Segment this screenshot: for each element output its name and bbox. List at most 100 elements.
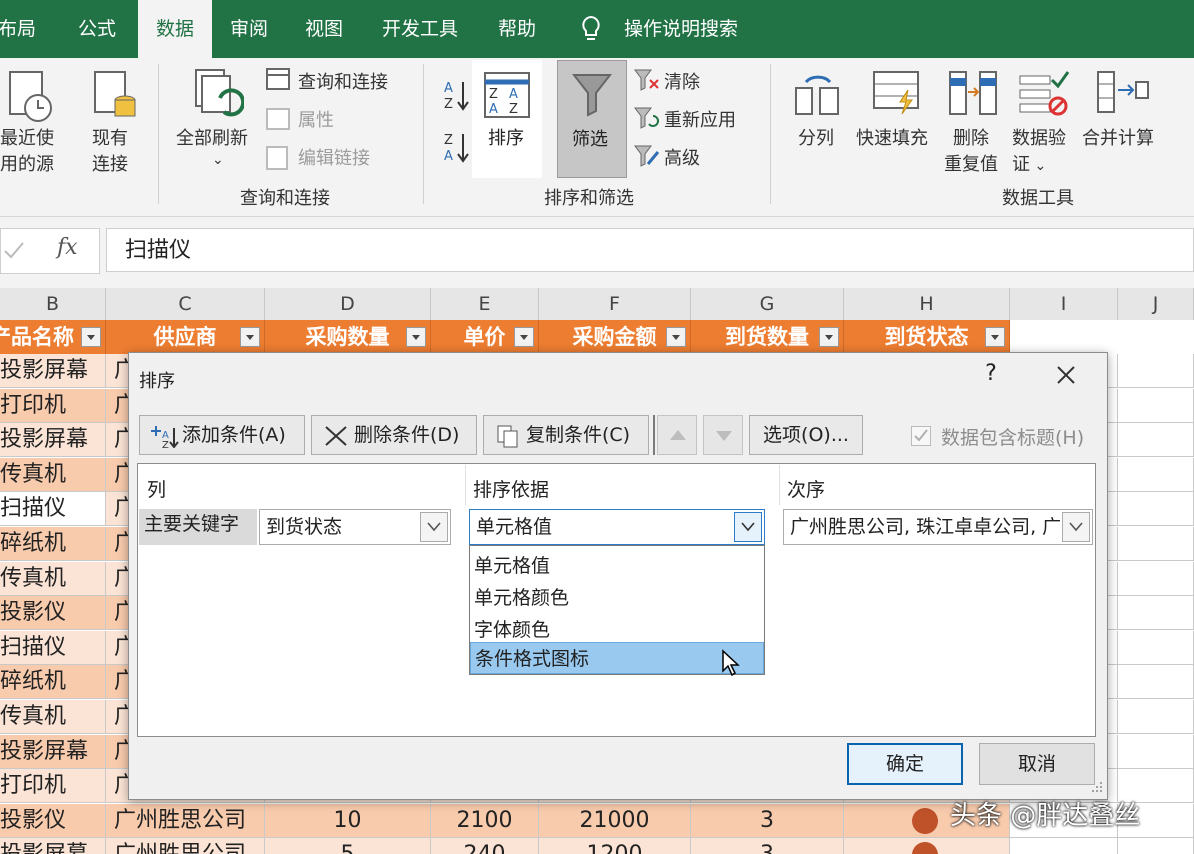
cell-empty[interactable] bbox=[1118, 700, 1194, 734]
cell[interactable]: 2100 bbox=[431, 804, 539, 838]
cell[interactable]: 3 bbox=[691, 838, 844, 854]
resize-grip-icon[interactable] bbox=[1091, 781, 1103, 793]
cell-product-name[interactable]: 扫描仪 bbox=[0, 492, 106, 526]
cell-product-name[interactable]: 碎纸机 bbox=[0, 527, 106, 561]
copy-level-button[interactable]: 复制条件(C) bbox=[483, 415, 649, 455]
formula-input[interactable]: 扫描仪 bbox=[106, 228, 1194, 272]
properties-button[interactable]: 属性 bbox=[298, 106, 334, 132]
cell-product-name[interactable]: 打印机 bbox=[0, 769, 106, 803]
recent-sources-button[interactable]: 最近使 用的源 bbox=[0, 124, 54, 176]
remove-duplicates-button[interactable]: 删除 重复值 bbox=[944, 124, 998, 176]
move-up-button[interactable] bbox=[657, 415, 697, 455]
chevron-down-icon[interactable] bbox=[734, 512, 762, 542]
column-header-b[interactable]: B bbox=[0, 288, 106, 320]
filter-dropdown-button[interactable] bbox=[819, 327, 839, 347]
sort-button[interactable]: ZAAZ 排序 bbox=[472, 60, 542, 178]
advanced-button[interactable]: 高级 bbox=[664, 144, 700, 170]
cell[interactable]: 5 bbox=[265, 838, 431, 854]
column-header-c[interactable]: C bbox=[106, 288, 265, 320]
cell[interactable]: 240 bbox=[431, 838, 539, 854]
clear-button[interactable]: 清除 bbox=[664, 68, 700, 94]
ok-button[interactable]: 确定 bbox=[847, 743, 963, 785]
cell-product-name[interactable]: 投影屏幕 bbox=[0, 423, 106, 457]
order-select[interactable]: 广州胜思公司, 珠江卓卓公司, 广 bbox=[783, 509, 1093, 545]
cell-empty[interactable] bbox=[1118, 492, 1194, 526]
cell[interactable]: 10 bbox=[265, 804, 431, 838]
flash-fill-button[interactable]: 快速填充 bbox=[856, 124, 928, 150]
help-button[interactable]: ? bbox=[979, 361, 1003, 389]
cell-product-name[interactable]: 投影仪 bbox=[0, 804, 106, 838]
cell[interactable]: 21000 bbox=[539, 804, 691, 838]
cell-product-name[interactable]: 投影仪 bbox=[0, 596, 106, 630]
cell-empty[interactable] bbox=[1118, 735, 1194, 769]
cell-product-name[interactable]: 打印机 bbox=[0, 389, 106, 423]
checkmark-icon[interactable] bbox=[3, 241, 25, 261]
filter-button[interactable]: 筛选 bbox=[557, 60, 627, 178]
sort-column-select[interactable]: 到货状态 bbox=[259, 509, 451, 545]
sort-filter-dropdown-button[interactable] bbox=[240, 327, 260, 347]
insert-function-button[interactable]: fx bbox=[57, 235, 78, 260]
tab-review[interactable]: 审阅 bbox=[230, 0, 268, 58]
chevron-down-icon[interactable] bbox=[420, 512, 448, 542]
cell-product-name[interactable]: 投影屏幕 bbox=[0, 735, 106, 769]
cell-empty[interactable] bbox=[1010, 838, 1118, 854]
cell-product-name[interactable]: 传真机 bbox=[0, 562, 106, 596]
cell-empty[interactable] bbox=[1118, 596, 1194, 630]
option-cell-values[interactable]: 单元格值 bbox=[470, 550, 764, 582]
cell-product-name[interactable]: 投影屏幕 bbox=[0, 838, 106, 854]
filter-dropdown-button[interactable] bbox=[985, 327, 1005, 347]
column-header-f[interactable]: F bbox=[539, 288, 691, 320]
column-header-i[interactable]: I bbox=[1010, 288, 1118, 320]
text-to-columns-button[interactable]: 分列 bbox=[798, 124, 834, 150]
add-level-button[interactable]: AZ 添加条件(A) bbox=[139, 415, 305, 455]
filter-dropdown-button[interactable] bbox=[81, 327, 101, 347]
delete-level-button[interactable]: 删除条件(D) bbox=[311, 415, 477, 455]
cell-supplier[interactable]: 广州胜思公司 bbox=[106, 838, 265, 854]
data-validation-button[interactable]: 数据验证 ⌄ bbox=[1012, 124, 1066, 176]
cell-product-name[interactable]: 投影屏幕 bbox=[0, 354, 106, 388]
cell[interactable]: 1200 bbox=[539, 838, 691, 854]
cell-empty[interactable] bbox=[1118, 354, 1194, 388]
cell-product-name[interactable]: 扫描仪 bbox=[0, 631, 106, 665]
cell-supplier[interactable]: 广州胜思公司 bbox=[106, 804, 265, 838]
cell-empty[interactable] bbox=[1118, 631, 1194, 665]
option-cell-color[interactable]: 单元格颜色 bbox=[470, 582, 764, 614]
cell-empty[interactable] bbox=[1118, 562, 1194, 596]
reapply-button[interactable]: 重新应用 bbox=[664, 106, 736, 132]
filter-dropdown-button[interactable] bbox=[514, 327, 534, 347]
tab-developer[interactable]: 开发工具 bbox=[382, 0, 458, 58]
cell-empty[interactable] bbox=[1118, 527, 1194, 561]
cell-empty[interactable] bbox=[1118, 389, 1194, 423]
column-header-h[interactable]: H bbox=[844, 288, 1010, 320]
chevron-down-icon[interactable] bbox=[1062, 512, 1090, 542]
cell[interactable] bbox=[844, 838, 1010, 854]
filter-dropdown-button[interactable] bbox=[406, 327, 426, 347]
cell-product-name[interactable]: 传真机 bbox=[0, 700, 106, 734]
sort-on-select[interactable]: 单元格值 bbox=[469, 509, 765, 545]
options-button[interactable]: 选项(O)... bbox=[749, 415, 863, 455]
has-headers-checkbox[interactable] bbox=[911, 426, 931, 446]
existing-connections-button[interactable]: 现有 连接 bbox=[92, 124, 128, 176]
column-header-g[interactable]: G bbox=[691, 288, 844, 320]
tab-help[interactable]: 帮助 bbox=[498, 0, 536, 58]
move-down-button[interactable] bbox=[703, 415, 743, 455]
cell-empty[interactable] bbox=[1118, 423, 1194, 457]
consolidate-button[interactable]: 合并计算 bbox=[1082, 124, 1154, 150]
column-header-e[interactable]: E bbox=[431, 288, 539, 320]
cell-empty[interactable] bbox=[1118, 458, 1194, 492]
queries-connections-button[interactable]: 查询和连接 bbox=[298, 68, 388, 94]
cell-empty[interactable] bbox=[1118, 665, 1194, 699]
tab-data[interactable]: 数据 bbox=[138, 0, 212, 60]
column-header-j[interactable]: J bbox=[1118, 288, 1194, 320]
cell-product-name[interactable]: 碎纸机 bbox=[0, 665, 106, 699]
cell-empty[interactable] bbox=[1118, 838, 1194, 854]
option-conditional-icon[interactable]: 条件格式图标 bbox=[470, 642, 764, 674]
close-button[interactable] bbox=[1049, 359, 1083, 393]
tab-page-layout[interactable]: 页面布局 bbox=[0, 0, 36, 58]
tab-view[interactable]: 视图 bbox=[305, 0, 343, 58]
filter-dropdown-button[interactable] bbox=[666, 327, 686, 347]
cancel-button[interactable]: 取消 bbox=[979, 743, 1095, 785]
edit-links-button[interactable]: 编辑链接 bbox=[298, 144, 370, 170]
column-header-d[interactable]: D bbox=[265, 288, 431, 320]
cell[interactable]: 3 bbox=[691, 804, 844, 838]
